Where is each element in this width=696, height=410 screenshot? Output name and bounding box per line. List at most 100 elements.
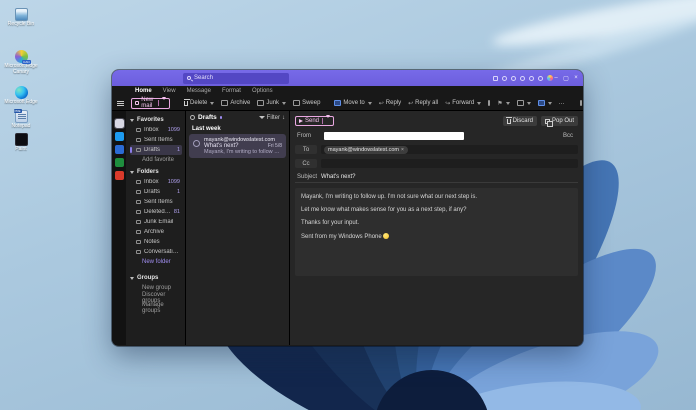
chevron-down-icon (130, 277, 134, 280)
flag-button[interactable]: ⚑ (497, 100, 509, 107)
edge-icon (15, 86, 28, 99)
cc-input[interactable] (321, 159, 578, 168)
desktop-icon-recycle-bin[interactable]: Recycle Bin (1, 8, 41, 28)
folder-inbox[interactable]: Inbox1099 (130, 177, 182, 187)
pin-button[interactable] (517, 100, 531, 106)
sweep-button[interactable]: Sweep (293, 100, 320, 106)
message-list: Drafts Filter ↓ Last week mayank@windows… (185, 111, 290, 345)
folder-drafts[interactable]: Drafts1 (130, 187, 182, 197)
people-rail-icon[interactable] (115, 145, 124, 154)
message-item[interactable]: mayank@windowslatest.com What's next? Fr… (189, 134, 286, 158)
group-header: Last week (186, 124, 289, 134)
maximize-button[interactable]: ▢ (561, 70, 571, 86)
subject-row: Subject What's next? (295, 172, 578, 183)
folders-header[interactable]: Folders (130, 167, 182, 177)
groups-header[interactable]: Groups (130, 273, 182, 283)
powerpoint-rail-icon[interactable] (115, 171, 124, 180)
new-folder-link[interactable]: New folder (130, 257, 182, 267)
reading-pane-icon[interactable] (580, 100, 582, 106)
chevron-down-icon (130, 119, 134, 122)
reply-button[interactable]: ↩Reply (379, 100, 401, 107)
subject-input[interactable]: What's next? (321, 174, 356, 180)
avatar[interactable] (193, 140, 200, 147)
calendar-rail-icon[interactable] (115, 132, 124, 141)
tab-message[interactable]: Message (187, 88, 211, 94)
recipient-pill[interactable]: mayank@windowslatest.com × (324, 146, 408, 154)
close-button[interactable]: × (571, 70, 581, 86)
send-dropdown[interactable] (322, 118, 330, 124)
forward-button[interactable]: ↪Forward (445, 100, 481, 107)
folder-junk[interactable]: Junk Email (130, 217, 182, 227)
message-body-editor[interactable]: Mayank, I'm writing to follow up. I'm no… (295, 188, 578, 276)
smiley-emoji (383, 233, 389, 239)
pop-out-icon (545, 119, 550, 124)
desktop-icon-edge[interactable]: Microsoft Edge (1, 86, 41, 106)
pin-icon (517, 100, 524, 106)
folder-icon (136, 250, 141, 254)
folder-notes[interactable]: Notes (130, 237, 182, 247)
excel-rail-icon[interactable] (115, 158, 124, 167)
send-button[interactable]: Send (295, 116, 334, 126)
sync-icon[interactable] (511, 76, 516, 81)
mail-rail-icon[interactable] (115, 119, 124, 128)
bcc-toggle[interactable]: Bcc (563, 133, 575, 139)
tab-home[interactable]: Home (135, 88, 152, 94)
folder-conversation-history[interactable]: Conversation His... (130, 247, 182, 257)
desktop-icon-edge-canary[interactable]: Microsoft Edge Canary (1, 50, 41, 76)
add-favorite-link[interactable]: Add favorite (130, 155, 182, 165)
from-input[interactable] (324, 132, 464, 140)
paint-icon (15, 133, 28, 146)
inbox-icon (136, 180, 141, 184)
minimize-button[interactable]: – (551, 70, 561, 86)
move-to-button[interactable]: Move to (334, 100, 371, 106)
sidebar-item-drafts[interactable]: Drafts1 (130, 145, 182, 155)
folder-deleted[interactable]: Deleted Items81 (130, 207, 182, 217)
tab-options[interactable]: Options (252, 88, 273, 94)
grid-icon[interactable] (493, 76, 498, 81)
remove-recipient-icon[interactable]: × (401, 147, 404, 153)
more-options-button[interactable]: … (559, 100, 566, 106)
settings-icon[interactable] (529, 76, 534, 81)
person-icon[interactable] (502, 76, 507, 81)
folder-sent[interactable]: Sent Items (130, 197, 182, 207)
trash-icon (507, 119, 511, 124)
draft-count: 1 (177, 147, 180, 153)
mail-icon (135, 101, 139, 105)
compose-toolbar: Send Discard Pop Out (295, 115, 578, 127)
tab-view[interactable]: View (163, 88, 176, 94)
desktop-icon-label: Paint (15, 147, 26, 153)
unread-count: 1099 (168, 127, 180, 133)
read-unread-icon[interactable] (488, 100, 490, 106)
sidebar-item-sent[interactable]: Sent Items (130, 135, 182, 145)
desktop-icon-notepad[interactable]: Notepad (1, 110, 41, 130)
select-all-icon[interactable] (190, 115, 195, 120)
delete-button[interactable]: Delete (184, 100, 214, 106)
categorize-button[interactable] (538, 100, 552, 106)
pop-out-button[interactable]: Pop Out (541, 116, 578, 126)
archive-icon (221, 100, 228, 106)
archive-button[interactable]: Archive (221, 100, 250, 106)
new-mail-dropdown[interactable] (158, 100, 166, 106)
to-input[interactable]: mayank@windowslatest.com × (321, 145, 578, 154)
help-icon[interactable] (538, 76, 543, 81)
tab-format[interactable]: Format (222, 88, 241, 94)
new-mail-label: New mail (141, 97, 155, 109)
pin-dot-icon (220, 116, 223, 119)
titlebar[interactable]: Search – ▢ × (112, 70, 583, 86)
recycle-bin-icon (15, 8, 28, 21)
favorites-header[interactable]: Favorites (130, 115, 182, 125)
folder-archive[interactable]: Archive (130, 227, 182, 237)
new-mail-button[interactable]: New mail (131, 98, 170, 109)
sidebar-item-inbox[interactable]: Inbox1099 (130, 125, 182, 135)
hamburger-icon[interactable] (117, 101, 124, 106)
clock-icon[interactable] (520, 76, 525, 81)
notepad-icon (15, 110, 28, 123)
desktop-icon-paint[interactable]: Paint (1, 133, 41, 153)
forward-icon: ↪ (445, 100, 450, 107)
reply-all-button[interactable]: ↩Reply all (408, 100, 438, 107)
manage-groups-link[interactable]: Manage groups (130, 303, 182, 313)
search-input[interactable]: Search (183, 73, 289, 84)
junk-button[interactable]: Junk (257, 100, 286, 106)
filter-button[interactable]: Filter ↓ (259, 115, 285, 121)
discard-button[interactable]: Discard (503, 116, 537, 126)
